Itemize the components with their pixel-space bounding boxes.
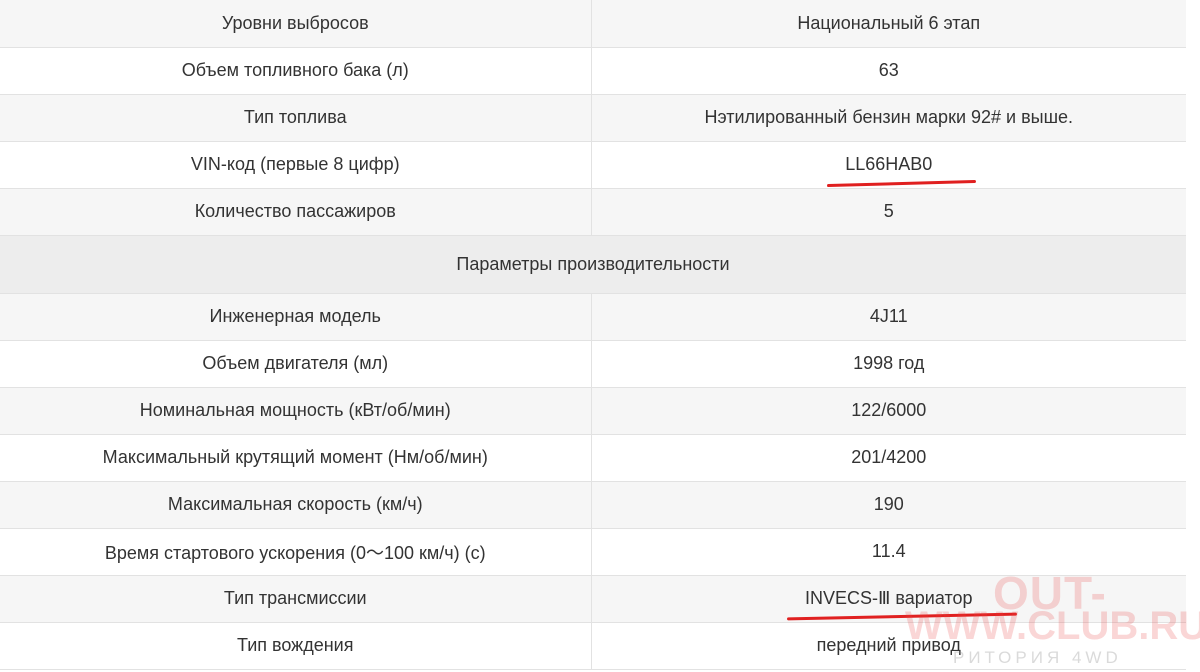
spec-name: Максимальный крутящий момент (Нм/об/мин) [0, 434, 592, 482]
spec-value-cell: INVECS-Ⅲ вариатор [591, 575, 1186, 623]
table-row: Тип вождения передний привод [0, 622, 1186, 670]
vin-value-wrap: LL66HAB0 [827, 154, 977, 188]
spec-name: Инженерная модель [0, 293, 592, 341]
table-row: Инженерная модель 4J11 [0, 293, 1186, 341]
spec-name: Объем двигателя (мл) [0, 340, 592, 388]
spec-value: 1998 год [591, 340, 1186, 388]
spec-name: Номинальная мощность (кВт/об/мин) [0, 387, 592, 435]
spec-value: 122/6000 [591, 387, 1186, 435]
spec-value: 201/4200 [591, 434, 1186, 482]
spec-table: Уровни выбросов Национальный 6 этап Объе… [0, 0, 1186, 670]
table-row: Номинальная мощность (кВт/об/мин) 122/60… [0, 387, 1186, 435]
spec-name: Максимальная скорость (км/ч) [0, 481, 592, 529]
spec-value: Нэтилированный бензин марки 92# и выше. [591, 94, 1186, 142]
spec-value-cell: LL66HAB0 [591, 141, 1186, 189]
spec-name: Количество пассажиров [0, 188, 592, 236]
table-row: Максимальная скорость (км/ч) 190 [0, 481, 1186, 529]
table-row: Объем топливного бака (л) 63 [0, 47, 1186, 95]
transmission-value-wrap: INVECS-Ⅲ вариатор [786, 588, 1017, 621]
spec-value: LL66HAB0 [845, 154, 933, 174]
spec-name: Тип трансмиссии [0, 575, 592, 623]
spec-value: 5 [591, 188, 1186, 236]
table-row: Уровни выбросов Национальный 6 этап [0, 0, 1186, 48]
table-row: Количество пассажиров 5 [0, 188, 1186, 236]
section-title: Параметры производительности [0, 235, 1186, 294]
table-row: Тип топлива Нэтилированный бензин марки … [0, 94, 1186, 142]
table-row: Время стартового ускорения (0～100 км/ч) … [0, 528, 1186, 576]
section-header-row: Параметры производительности [0, 235, 1186, 294]
spec-name: Тип вождения [0, 622, 592, 670]
spec-name: Время стартового ускорения (0～100 км/ч) … [0, 528, 592, 576]
spec-value: передний привод [591, 622, 1186, 670]
spec-value: Национальный 6 этап [591, 0, 1186, 48]
table-row: VIN-код (первые 8 цифр) LL66HAB0 [0, 141, 1186, 189]
spec-name: VIN-код (первые 8 цифр) [0, 141, 592, 189]
table-row: Тип трансмиссии INVECS-Ⅲ вариатор [0, 575, 1186, 623]
red-underline-mark [786, 612, 1017, 621]
spec-value: 190 [591, 481, 1186, 529]
spec-name: Объем топливного бака (л) [0, 47, 592, 95]
page-edge [1186, 0, 1200, 672]
spec-value: 63 [591, 47, 1186, 95]
spec-name: Тип топлива [0, 94, 592, 142]
red-underline-mark [827, 179, 977, 188]
spec-value: 11.4 [591, 528, 1186, 576]
spec-value: INVECS-Ⅲ вариатор [804, 588, 973, 608]
table-row: Максимальный крутящий момент (Нм/об/мин)… [0, 434, 1186, 482]
spec-value: 4J11 [591, 293, 1186, 341]
spec-name: Уровни выбросов [0, 0, 592, 48]
table-row: Объем двигателя (мл) 1998 год [0, 340, 1186, 388]
